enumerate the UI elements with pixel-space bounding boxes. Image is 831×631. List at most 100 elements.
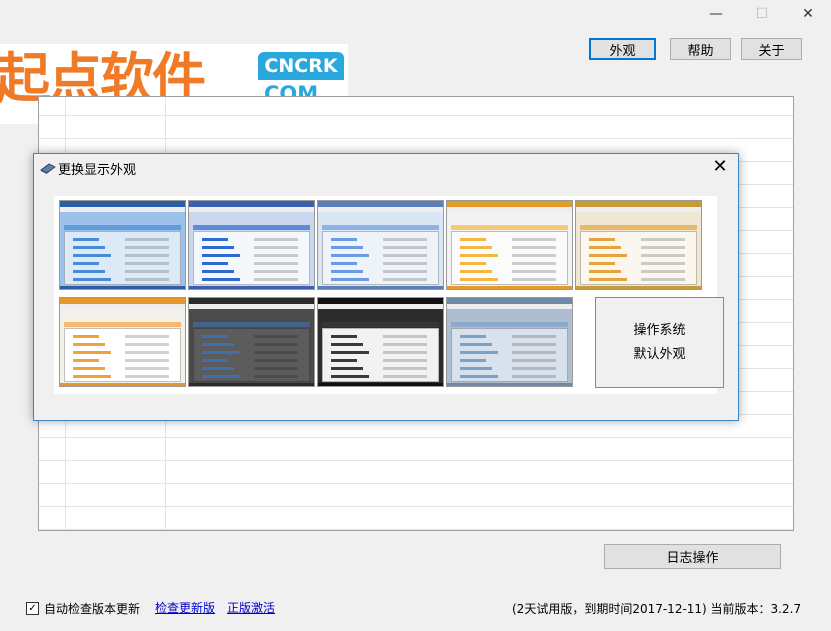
thumb-menubar [318,207,443,212]
thumb-control [73,343,105,346]
thumb-control [331,238,357,241]
thumb-tabs [322,225,439,230]
thumb-text-line [383,254,427,257]
thumb-text-line [125,359,169,362]
thumb-text-line [512,343,556,346]
skin-gallery: 操作系统 默认外观 [54,196,724,394]
thumb-control [202,359,228,362]
dialog-title: 更换显示外观 [58,163,137,178]
thumb-text-line [254,343,298,346]
thumb-text-line [125,238,169,241]
appearance-button[interactable]: 外观 [589,38,656,60]
thumb-menubar [60,304,185,309]
thumb-text-line [383,335,427,338]
skin-thumbnail-skin-orange-white[interactable] [59,297,186,387]
thumb-control [460,351,498,354]
thumb-panel [193,231,310,285]
thumb-control [202,375,240,378]
thumb-control [589,278,627,281]
thumb-text-line [383,359,427,362]
thumb-control [331,254,369,257]
thumb-text-line [512,278,556,281]
thumb-text-line [512,238,556,241]
help-button[interactable]: 帮助 [670,38,731,60]
thumb-control [73,262,99,265]
thumb-control [202,270,234,273]
auto-check-update-label: 自动检查版本更新 [44,602,141,616]
maximize-icon: ☐ [755,6,769,22]
thumb-text-line [383,262,427,265]
thumb-text-line [512,335,556,338]
thumb-text-line [125,246,169,249]
thumb-control [202,262,228,265]
thumb-control [331,343,363,346]
thumb-control [589,246,621,249]
thumb-text-line [641,238,685,241]
thumb-control [331,335,357,338]
thumb-control [460,278,498,281]
thumb-control [589,238,615,241]
thumb-control [589,254,627,257]
thumb-control [331,270,363,273]
thumb-control [73,270,105,273]
minimize-icon[interactable]: — [693,0,739,28]
skin-thumbnail-skin-blue-classic[interactable] [188,200,315,290]
thumb-control [202,278,240,281]
activate-link[interactable]: 正版激活 [227,599,275,616]
thumb-text-line [383,270,427,273]
thumb-text-line [512,375,556,378]
thumb-menubar [447,304,572,309]
auto-check-update-checkbox[interactable]: ✓ 自动检查版本更新 [26,600,140,617]
window-controls: — ☐ ✕ [693,0,831,28]
thumb-text-line [125,367,169,370]
thumb-text-line [641,254,685,257]
skin-thumbnail-skin-black[interactable] [317,297,444,387]
thumb-statusbar [447,286,572,289]
thumb-control [589,270,621,273]
checkbox-icon[interactable]: ✓ [26,602,39,615]
thumb-control [73,375,111,378]
default-theme-option[interactable]: 操作系统 默认外观 [595,297,724,388]
thumb-statusbar [60,383,185,386]
log-operations-button[interactable]: 日志操作 [604,544,781,569]
thumb-panel [64,328,181,382]
dialog-close-icon[interactable]: ✕ [708,156,732,178]
thumb-control [460,359,486,362]
skin-thumbnail-skin-gold[interactable] [575,200,702,290]
thumb-text-line [512,262,556,265]
thumb-panel [451,231,568,285]
thumb-control [460,367,492,370]
about-button[interactable]: 关于 [741,38,802,60]
thumb-text-line [254,278,298,281]
thumb-control [460,335,486,338]
thumb-panel [64,231,181,285]
thumb-text-line [512,351,556,354]
thumb-control [460,246,492,249]
skin-thumbnail-skin-orange-light[interactable] [446,200,573,290]
skin-thumbnail-skin-blue-office[interactable] [59,200,186,290]
grid-row-line [39,138,793,139]
grid-row-line [39,506,793,507]
thumb-control [331,367,363,370]
thumb-control [73,367,105,370]
thumb-menubar [189,207,314,212]
thumb-text-line [512,359,556,362]
skin-thumbnail-skin-silver-blue[interactable] [446,297,573,387]
thumb-tabs [322,322,439,327]
thumb-panel [193,328,310,382]
thumb-statusbar [189,286,314,289]
thumb-control [460,375,498,378]
thumb-control [202,254,240,257]
skin-thumbnail-skin-dark-gray[interactable] [188,297,315,387]
thumb-text-line [512,246,556,249]
thumb-control [202,246,234,249]
thumb-control [73,278,111,281]
thumb-text-line [641,246,685,249]
thumb-panel [580,231,697,285]
close-icon[interactable]: ✕ [785,0,831,28]
thumb-control [460,343,492,346]
thumb-text-line [254,246,298,249]
grid-row-line [39,529,793,530]
skin-thumbnail-skin-light-blue[interactable] [317,200,444,290]
check-update-link[interactable]: 检查更新版 [155,599,215,616]
